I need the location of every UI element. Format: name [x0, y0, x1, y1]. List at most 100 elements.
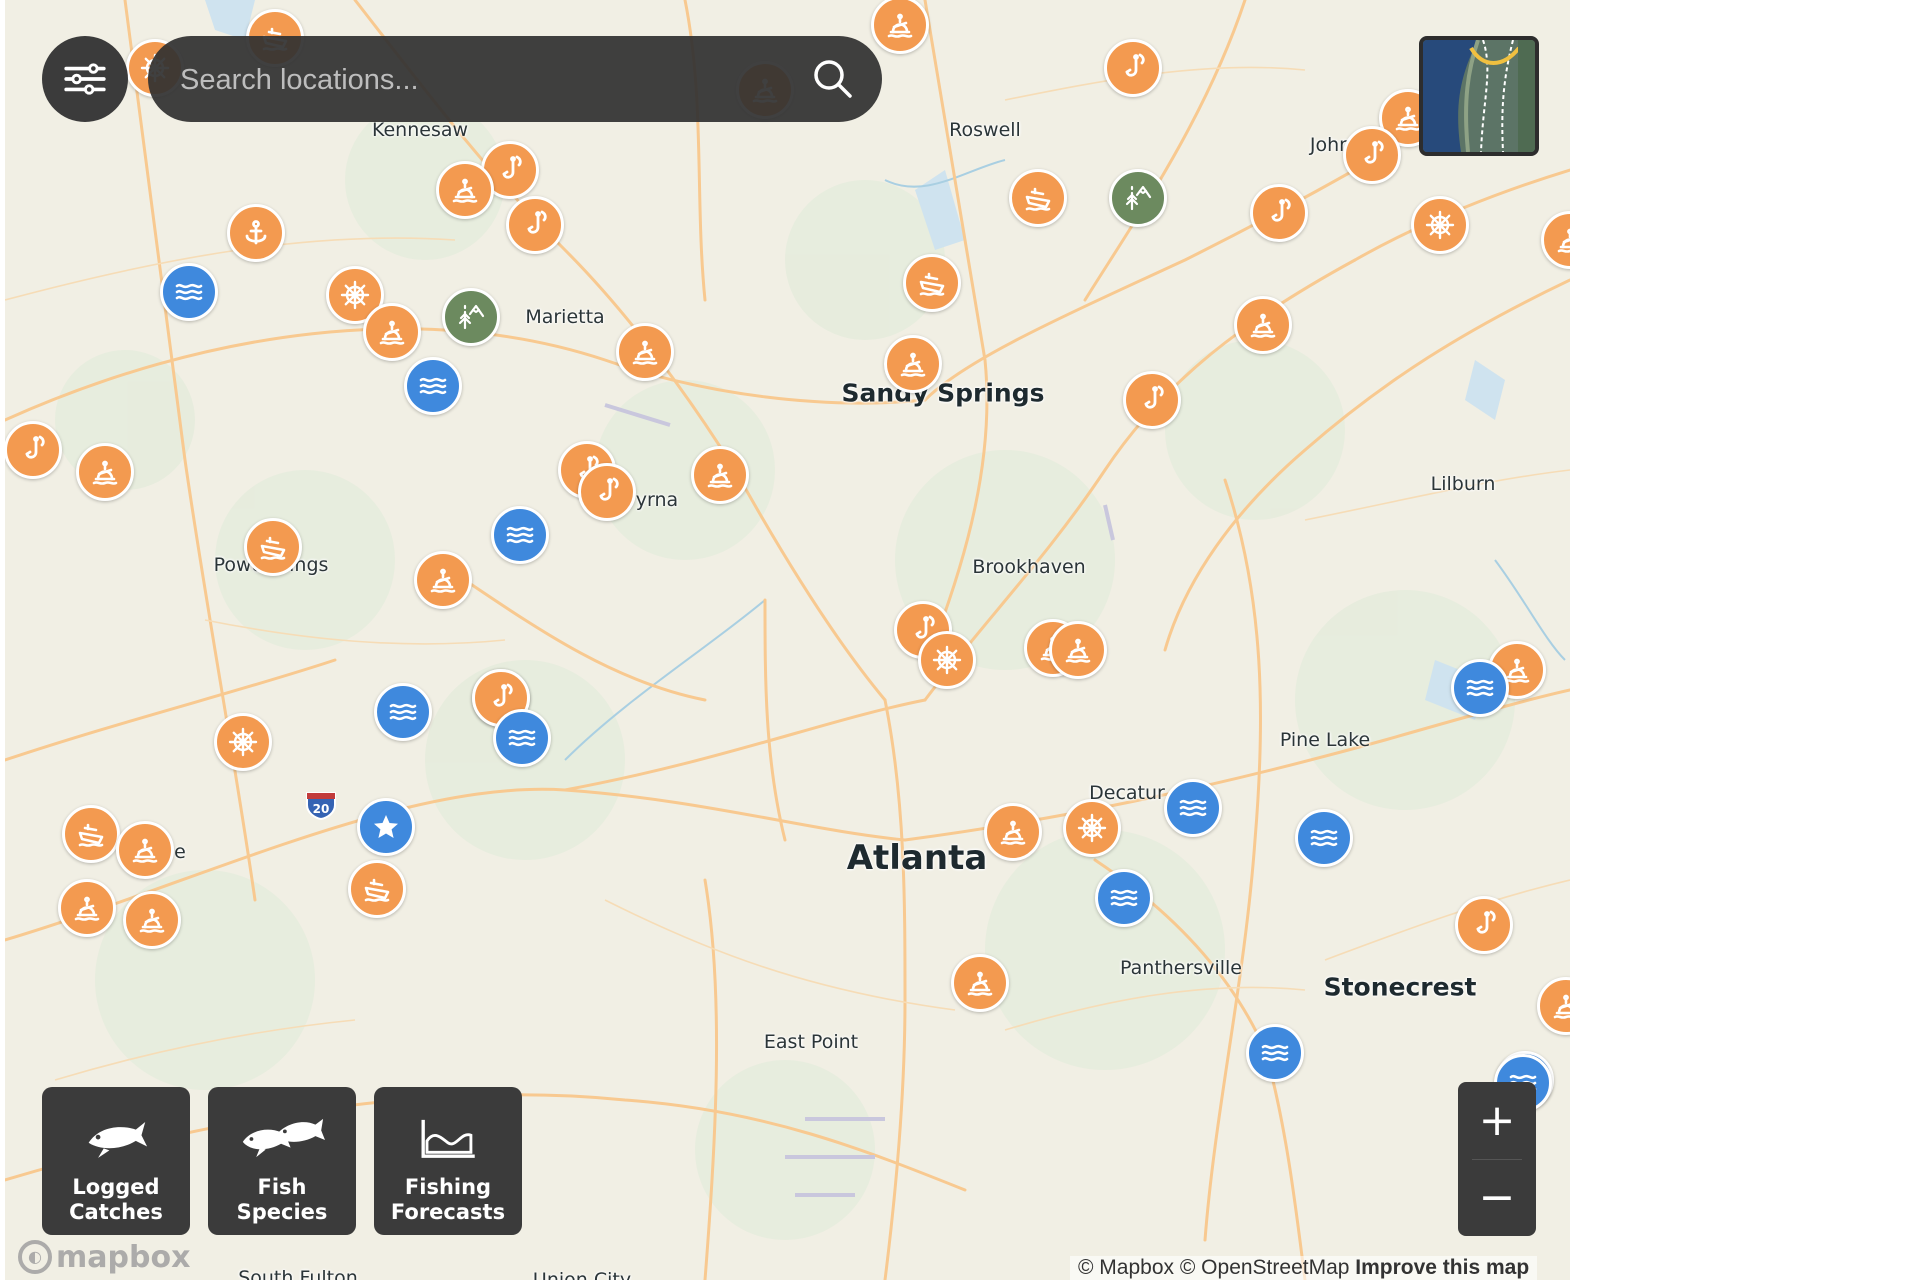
hook-icon	[1125, 53, 1145, 77]
map-marker-helm[interactable]	[214, 713, 272, 771]
filter-button[interactable]	[42, 36, 128, 122]
map-marker-helm[interactable]	[1063, 799, 1121, 857]
map-marker-boat[interactable]	[903, 254, 961, 312]
map-marker-hook[interactable]	[1455, 896, 1513, 954]
map-style-switcher[interactable]	[1419, 36, 1539, 156]
helm-icon	[1077, 813, 1107, 843]
map-marker-water[interactable]	[1451, 659, 1509, 717]
map-marker-water[interactable]	[160, 263, 218, 321]
page-margin	[1570, 0, 1920, 1280]
map-marker-boat[interactable]	[348, 860, 406, 918]
logged-catches-button[interactable]: Logged Catches	[42, 1087, 190, 1235]
map-marker-hook[interactable]	[1343, 126, 1401, 184]
map-marker-buoy[interactable]	[691, 446, 749, 504]
boat-icon	[78, 823, 104, 847]
map-marker-helm[interactable]	[1411, 196, 1469, 254]
city-label: Pine Lake	[1279, 729, 1371, 751]
map-marker-boat[interactable]	[62, 805, 120, 863]
search-icon[interactable]	[812, 58, 854, 100]
zoom-in-button[interactable]: +	[1458, 1082, 1536, 1159]
map-marker-hook[interactable]	[1250, 184, 1308, 242]
map-marker-buoy[interactable]	[616, 323, 674, 381]
water-icon	[1310, 829, 1338, 847]
buoy-icon	[967, 971, 993, 996]
map-marker-water[interactable]	[1164, 779, 1222, 837]
hook-icon	[599, 477, 619, 501]
map-marker-boat[interactable]	[244, 518, 302, 576]
buoy-icon	[707, 463, 733, 488]
map-marker-star[interactable]	[357, 798, 415, 856]
map-marker-buoy[interactable]	[76, 443, 134, 501]
map-marker-hook[interactable]	[1104, 39, 1162, 97]
zoom-out-button[interactable]: −	[1458, 1159, 1536, 1236]
anchor-icon	[245, 220, 267, 245]
fish-species-button[interactable]: Fish Species	[208, 1087, 356, 1235]
buoy-icon	[1557, 228, 1570, 253]
hook-icon	[493, 683, 513, 707]
water-icon	[1466, 679, 1494, 697]
city-label: Roswell	[949, 119, 1021, 141]
map-marker-trees[interactable]	[442, 288, 500, 346]
helm-icon	[1425, 210, 1455, 240]
city-label: Sandy Springs	[841, 378, 1045, 408]
buoy-icon	[92, 460, 118, 485]
fishing-forecasts-button[interactable]: Fishing Forecasts	[374, 1087, 522, 1235]
water-icon	[508, 729, 536, 747]
map-marker-water[interactable]	[1295, 809, 1353, 867]
buoy-icon	[1553, 994, 1570, 1019]
mapbox-logo[interactable]: ◐ mapbox	[18, 1239, 191, 1275]
map-marker-water[interactable]	[493, 709, 551, 767]
trees-icon	[1125, 185, 1152, 211]
map-marker-water[interactable]	[1095, 869, 1153, 927]
map-marker-buoy[interactable]	[951, 954, 1009, 1012]
map-marker-hook[interactable]	[506, 196, 564, 254]
water-icon	[1261, 1044, 1289, 1062]
map-marker-buoy[interactable]	[984, 803, 1042, 861]
city-label: Union City	[532, 1269, 632, 1280]
tile-label-line2: Catches	[69, 1200, 163, 1224]
mapbox-logo-text: mapbox	[56, 1239, 191, 1275]
map-marker-hook[interactable]	[1123, 371, 1181, 429]
mapbox-attribution-link[interactable]: © Mapbox	[1078, 1256, 1174, 1279]
map-marker-buoy[interactable]	[884, 335, 942, 393]
map-marker-buoy[interactable]	[116, 821, 174, 879]
search-bar	[148, 36, 882, 124]
map-marker-hook[interactable]	[5, 421, 62, 479]
city-label: Marietta	[525, 306, 605, 328]
map-marker-buoy[interactable]	[363, 303, 421, 361]
city-label: Atlanta	[846, 838, 988, 878]
osm-attribution-link[interactable]: © OpenStreetMap	[1180, 1256, 1350, 1279]
map-marker-water[interactable]	[1246, 1024, 1304, 1082]
map-marker-hook[interactable]	[578, 463, 636, 521]
map-marker-water[interactable]	[404, 357, 462, 415]
map-marker-buoy[interactable]	[1234, 296, 1292, 354]
city-label: Lilburn	[1430, 473, 1496, 495]
improve-map-link[interactable]: Improve this map	[1355, 1256, 1529, 1279]
buoy-icon	[430, 568, 456, 593]
map-marker-water[interactable]	[491, 506, 549, 564]
water-icon	[1110, 889, 1138, 907]
hook-icon	[1364, 140, 1384, 164]
helm-icon	[932, 645, 962, 675]
buoy-icon	[632, 340, 658, 365]
map-marker-helm[interactable]	[918, 631, 976, 689]
map-marker-anchor[interactable]	[227, 204, 285, 262]
boat-icon	[260, 536, 286, 560]
map-marker-buoy[interactable]	[414, 551, 472, 609]
map-marker-buoy[interactable]	[1049, 621, 1107, 679]
boat-icon	[1025, 187, 1051, 211]
water-icon	[175, 283, 203, 301]
water-icon	[1179, 799, 1207, 817]
buoy-icon	[132, 838, 158, 863]
map-marker-buoy[interactable]	[436, 161, 494, 219]
search-input[interactable]	[178, 36, 782, 124]
map-marker-boat[interactable]	[1009, 169, 1067, 227]
buoy-icon	[452, 178, 478, 203]
map-marker-trees[interactable]	[1109, 169, 1167, 227]
city-label: East Point	[763, 1031, 859, 1053]
map-marker-water[interactable]	[374, 683, 432, 741]
city-label: Stonecrest	[1323, 972, 1477, 1002]
star-icon	[374, 815, 398, 838]
map-marker-buoy[interactable]	[58, 879, 116, 937]
map-marker-buoy[interactable]	[123, 891, 181, 949]
